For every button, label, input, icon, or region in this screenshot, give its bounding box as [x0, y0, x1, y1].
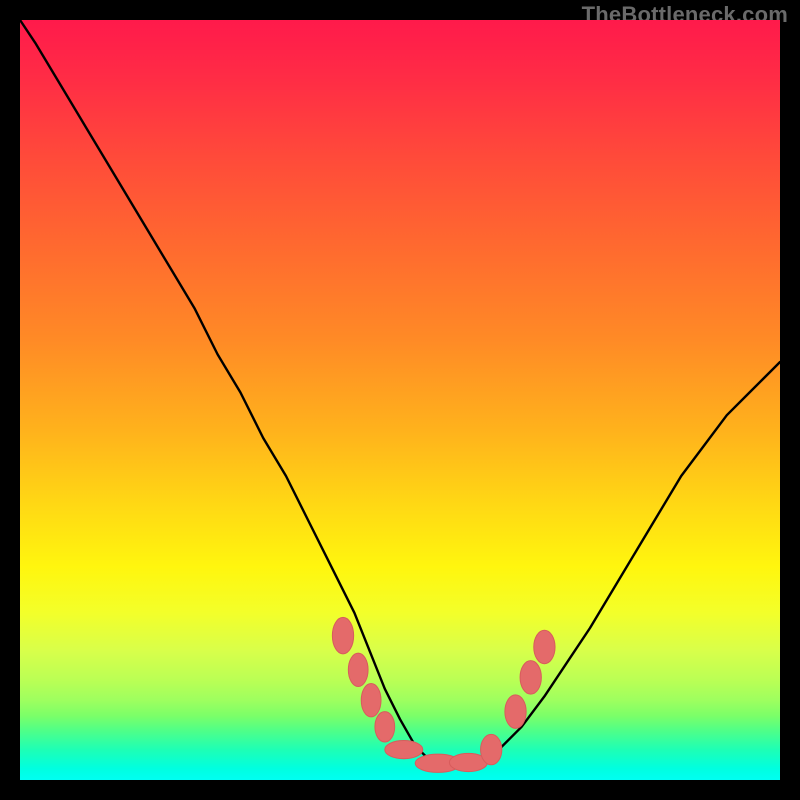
chart-marker	[348, 653, 368, 686]
chart-marker	[505, 695, 526, 728]
chart-marker	[385, 740, 423, 758]
chart-marker	[534, 630, 555, 663]
chart-marker	[361, 683, 381, 716]
chart-marker	[520, 661, 541, 694]
chart-marker	[481, 734, 502, 764]
chart-svg	[20, 20, 780, 780]
chart-line	[20, 20, 780, 765]
chart-marker	[375, 712, 395, 742]
chart-marker	[332, 617, 353, 653]
chart-frame: TheBottleneck.com	[0, 0, 800, 800]
plot-area	[20, 20, 780, 780]
